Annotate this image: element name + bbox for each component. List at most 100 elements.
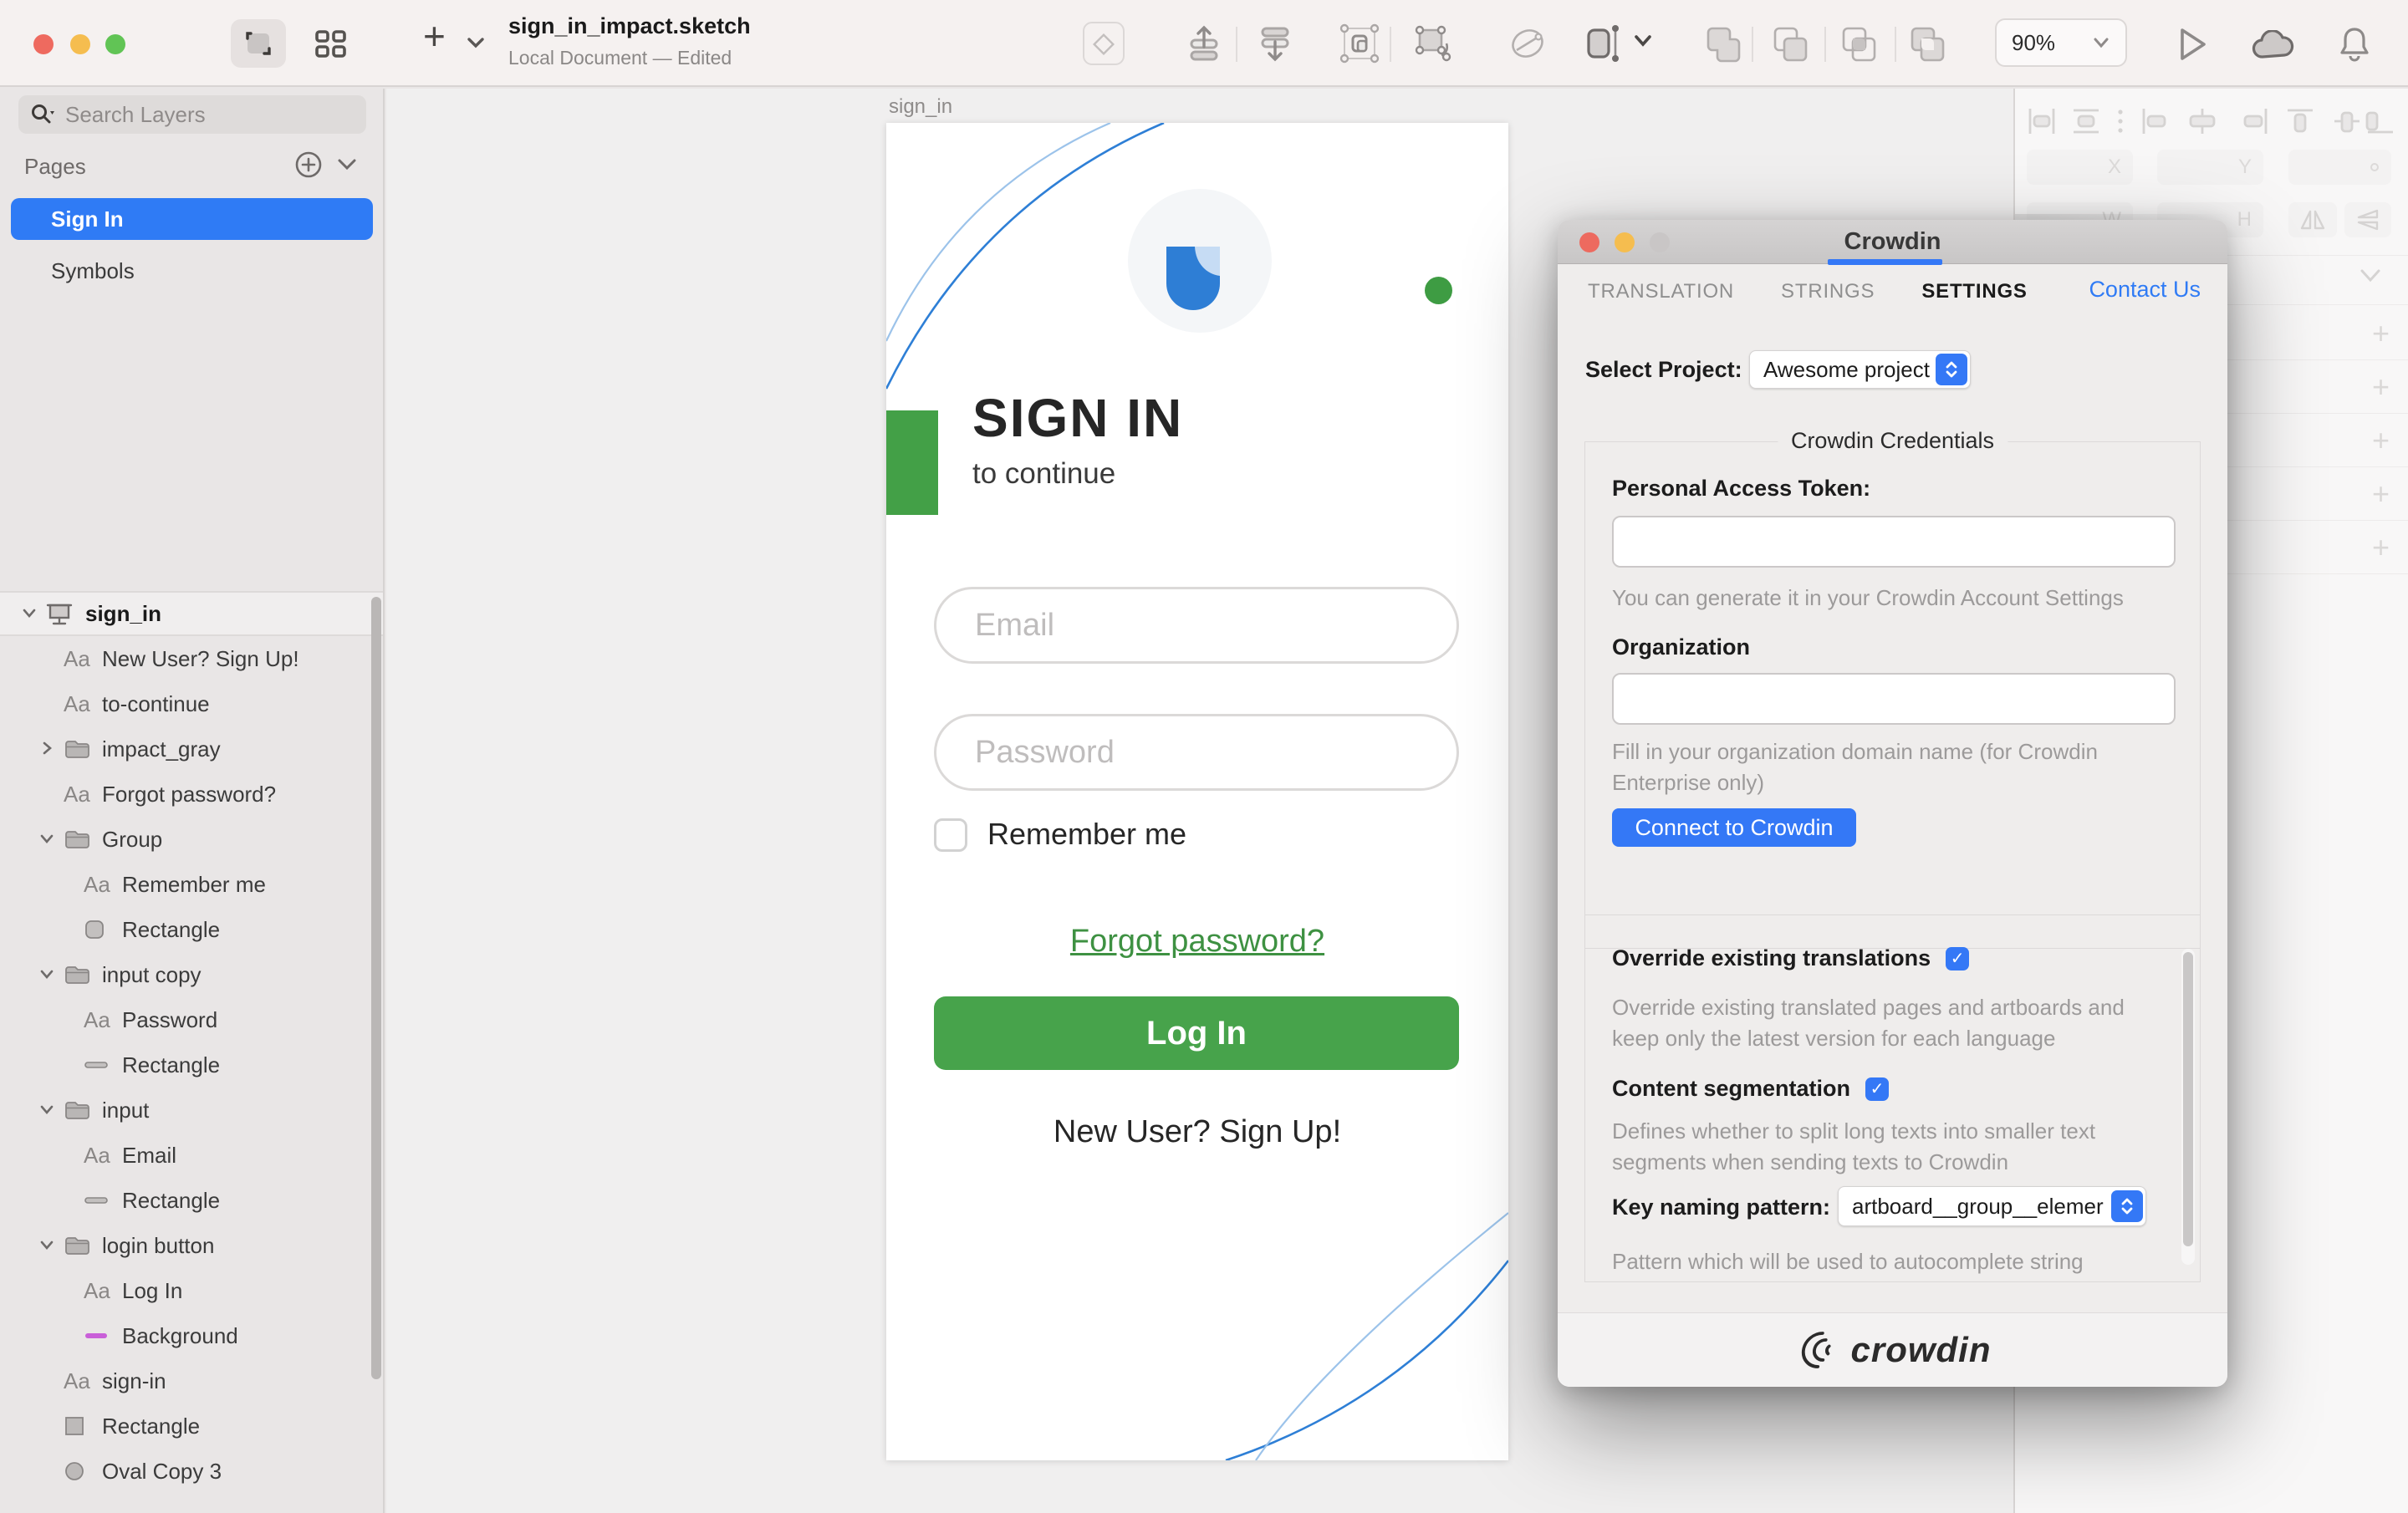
layer-row[interactable]: login button (0, 1223, 383, 1268)
sign-up-text[interactable]: New User? Sign Up! (886, 1114, 1508, 1150)
layer-chevron-right-icon[interactable] (38, 736, 55, 762)
folder-layer-icon (64, 964, 90, 986)
tab-settings[interactable]: SETTINGS (1921, 280, 2027, 303)
flip-horizontal-button[interactable] (2288, 202, 2337, 237)
email-field[interactable]: Email (934, 587, 1459, 664)
layer-row[interactable]: input copy (0, 952, 383, 997)
artboard-sign-in[interactable]: SIGN IN to continue Email Password Remem… (886, 123, 1508, 1460)
preview-button[interactable] (2176, 25, 2209, 68)
flip-vertical-button[interactable] (2344, 202, 2391, 237)
folder-layer-icon (64, 1235, 90, 1256)
token-input[interactable] (1612, 516, 2176, 568)
logo-mark (1166, 247, 1220, 310)
group-button[interactable] (1336, 22, 1383, 69)
alignment-icons-row (2027, 107, 2395, 135)
layer-row[interactable]: AaEmail (0, 1133, 383, 1178)
search-layers-field[interactable]: Search Layers (18, 95, 366, 134)
move-backward-button[interactable] (1254, 22, 1299, 69)
layer-row[interactable]: AaNew User? Sign Up! (0, 636, 383, 681)
active-tab-indicator (1828, 259, 1942, 265)
insert-chevron-icon[interactable] (465, 35, 487, 54)
layer-row[interactable]: input (0, 1088, 383, 1133)
layer-row[interactable]: Rectangle (0, 907, 383, 952)
remember-me-checkbox[interactable] (934, 818, 967, 852)
close-window-button[interactable] (33, 34, 54, 54)
contact-us-link[interactable]: Contact Us (2089, 277, 2201, 303)
toolbar-divider (1390, 27, 1391, 62)
create-symbol-button[interactable] (1083, 22, 1125, 65)
content-segmentation-row: Content segmentation ✓ (1612, 1076, 1889, 1102)
layer-chevron-down-icon[interactable] (38, 1233, 55, 1259)
forgot-password-link[interactable]: Forgot password? (886, 924, 1508, 960)
tab-strings[interactable]: STRINGS (1781, 280, 1875, 303)
x-position-input[interactable]: X (2027, 150, 2133, 185)
layer-row[interactable]: Rectangle (0, 1403, 383, 1449)
zoom-window-button[interactable] (105, 34, 125, 54)
rotate-button[interactable] (1505, 22, 1550, 69)
layer-row-artboard[interactable]: sign_in (0, 591, 383, 636)
rotation-input[interactable] (2288, 150, 2391, 185)
layer-row[interactable]: AaLog In (0, 1268, 383, 1313)
layer-row[interactable]: AaRemember me (0, 862, 383, 907)
override-checkbox[interactable]: ✓ (1946, 947, 1969, 970)
page-item-symbols[interactable]: Symbols (11, 250, 373, 292)
layer-chevron-down-icon[interactable] (38, 827, 55, 853)
canvas-view-toggle[interactable] (231, 19, 286, 68)
layer-label: Email (122, 1143, 176, 1169)
cloud-share-button[interactable] (2249, 30, 2298, 66)
page-item-sign-in[interactable]: Sign In (11, 198, 373, 240)
insert-button[interactable]: + (423, 13, 446, 59)
crowdin-logo-icon (1791, 1330, 1845, 1370)
layer-row[interactable]: AaPassword (0, 997, 383, 1042)
boolean-difference-button[interactable] (1906, 22, 1950, 69)
line-purple-layer-icon (84, 1332, 109, 1340)
layer-row[interactable]: Rectangle (0, 1178, 383, 1223)
section-chevron-icon[interactable] (2358, 267, 2383, 284)
boolean-subtract-button[interactable] (1769, 22, 1813, 69)
layer-row[interactable]: Group (0, 817, 383, 862)
layer-chevron-down-icon[interactable] (38, 962, 55, 988)
boolean-union-button[interactable] (1702, 22, 1746, 69)
add-page-button[interactable] (294, 150, 323, 183)
dialog-titlebar[interactable]: Crowdin (1558, 220, 2227, 264)
scale-chevron-icon[interactable] (1632, 33, 1654, 53)
connect-to-crowdin-button[interactable]: Connect to Crowdin (1612, 808, 1856, 847)
segmentation-checkbox[interactable]: ✓ (1865, 1077, 1889, 1101)
organization-input[interactable] (1612, 673, 2176, 725)
sidebar-scrollbar[interactable] (371, 597, 381, 1379)
layer-chevron-down-icon[interactable] (38, 1098, 55, 1123)
flip-vertical-icon (2355, 208, 2380, 232)
pages-collapse-chevron[interactable] (336, 157, 358, 176)
override-label: Override existing translations (1612, 945, 1931, 971)
notifications-bell-button[interactable] (2338, 25, 2371, 68)
layer-chevron-down-icon[interactable] (21, 601, 38, 627)
dialog-title: Crowdin (1558, 228, 2227, 256)
minimize-window-button[interactable] (70, 34, 90, 54)
ungroup-button[interactable] (1410, 22, 1457, 69)
log-in-button[interactable]: Log In (934, 996, 1459, 1070)
scale-button[interactable] (1582, 22, 1625, 69)
layer-row[interactable]: Aasign-in (0, 1358, 383, 1403)
layer-row[interactable]: Background (0, 1313, 383, 1358)
key-naming-select[interactable]: artboard__group__elemer (1838, 1186, 2146, 1226)
artboard-title[interactable]: sign_in (889, 95, 952, 119)
layer-row[interactable]: Oval Copy 3 (0, 1449, 383, 1494)
tab-translation[interactable]: TRANSLATION (1588, 280, 1734, 303)
zoom-level-dropdown[interactable]: 90% (1995, 18, 2127, 67)
layer-row[interactable]: impact_gray (0, 726, 383, 772)
boolean-intersect-button[interactable] (1838, 22, 1881, 69)
layer-row[interactable]: Rectangle (0, 1042, 383, 1088)
layer-row[interactable]: Aato-continue (0, 681, 383, 726)
project-select[interactable]: Awesome project (1749, 350, 1971, 389)
y-position-input[interactable]: Y (2157, 150, 2263, 185)
page-label: Sign In (51, 206, 124, 232)
advanced-scrollbar-thumb[interactable] (2183, 952, 2193, 1246)
grid-view-toggle[interactable] (304, 25, 358, 64)
layers-sidebar: Search Layers Pages Sign In Symbols sign… (0, 89, 385, 1513)
override-translations-row: Override existing translations ✓ (1612, 945, 1969, 971)
text-layer-icon: Aa (64, 782, 90, 807)
password-field[interactable]: Password (934, 714, 1459, 791)
move-forward-button[interactable] (1183, 22, 1228, 69)
sign-in-subheading: to continue (972, 457, 1115, 491)
layer-row[interactable]: AaForgot password? (0, 772, 383, 817)
